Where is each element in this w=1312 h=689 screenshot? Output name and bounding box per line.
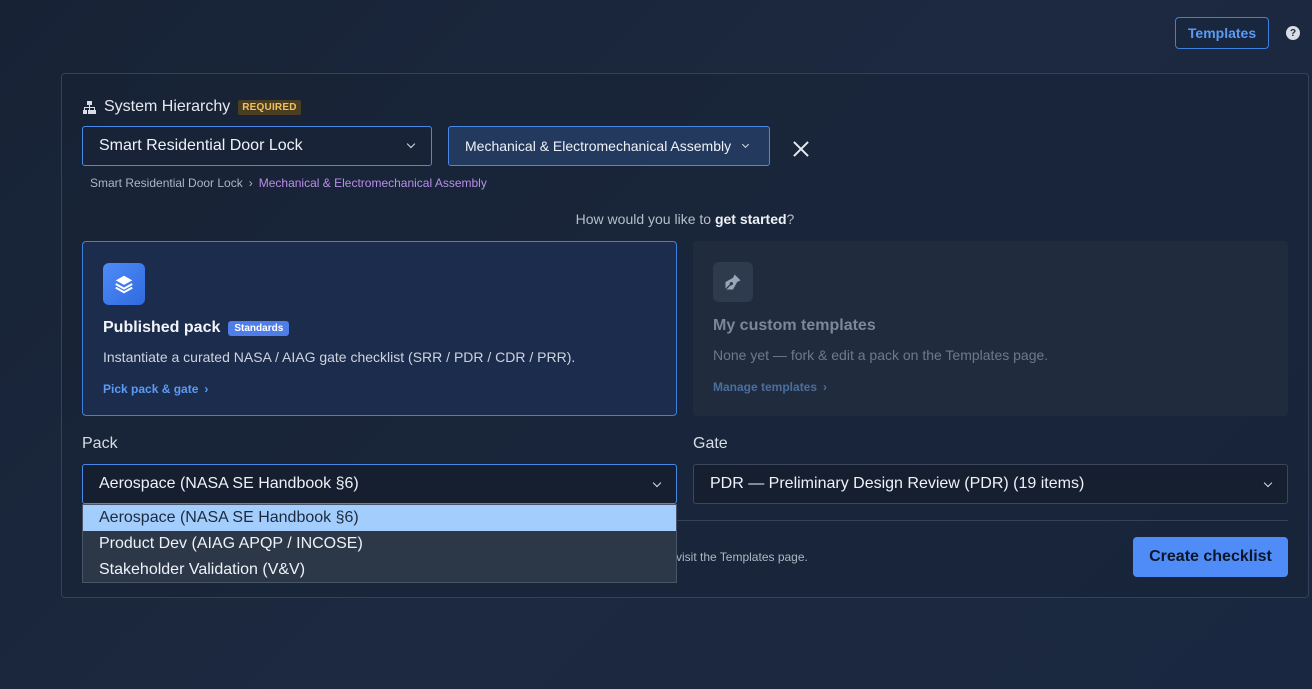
chevron-down-icon: [406, 139, 416, 149]
help-icon[interactable]: ?: [1286, 26, 1300, 40]
pen-icon: [713, 262, 753, 302]
pack-dropdown-menu: Aerospace (NASA SE Handbook §6) Product …: [82, 504, 677, 583]
prompt-bold: get started: [714, 211, 787, 227]
gate-select-value: PDR — Preliminary Design Review (PDR) (1…: [710, 475, 1085, 492]
breadcrumb: Smart Residential Door Lock › Mechanical…: [90, 176, 487, 190]
pack-option[interactable]: Stakeholder Validation (V&V): [83, 557, 676, 583]
product-select[interactable]: Smart Residential Door Lock: [82, 126, 432, 166]
pack-card-title-text: Published pack: [103, 319, 221, 336]
custom-templates-card: My custom templates None yet — fork & ed…: [693, 241, 1288, 416]
prompt-prefix: How would you like to: [575, 211, 715, 227]
chevron-down-icon: [1263, 478, 1273, 488]
chevron-right-icon: ›: [823, 380, 828, 394]
chevron-down-icon: [741, 140, 750, 149]
pack-select-value: Aerospace (NASA SE Handbook §6): [99, 475, 359, 492]
assembly-select-value: Mechanical & Electromechanical Assembly: [465, 138, 732, 154]
prompt-suffix: ?: [786, 211, 795, 227]
chevron-down-icon: [652, 478, 662, 488]
gate-label: Gate: [693, 435, 728, 452]
gate-select[interactable]: PDR — Preliminary Design Review (PDR) (1…: [693, 464, 1288, 504]
required-badge: REQUIRED: [238, 99, 301, 115]
breadcrumb-item[interactable]: Smart Residential Door Lock: [90, 176, 243, 190]
chevron-right-icon: ›: [248, 176, 253, 190]
close-icon[interactable]: [792, 140, 810, 158]
pack-select[interactable]: Aerospace (NASA SE Handbook §6): [82, 464, 677, 504]
custom-card-title: My custom templates: [713, 317, 876, 334]
layers-icon: [103, 263, 145, 305]
hierarchy-title: System Hierarchy: [104, 98, 231, 115]
top-bar: Templates ?: [0, 17, 1312, 49]
manage-templates-link-text: Manage templates: [713, 380, 818, 394]
standards-badge: Standards: [228, 320, 290, 336]
pack-card-description: Instantiate a curated NASA / AIAG gate c…: [103, 349, 576, 365]
sitemap-icon: [83, 100, 96, 114]
pack-label: Pack: [82, 435, 118, 452]
pack-option[interactable]: Aerospace (NASA SE Handbook §6): [83, 505, 676, 531]
published-pack-card[interactable]: Published pack Standards Instantiate a c…: [82, 241, 677, 416]
manage-templates-link[interactable]: Manage templates ›: [713, 380, 1268, 394]
create-checklist-button[interactable]: Create checklist: [1133, 537, 1288, 577]
pack-option[interactable]: Product Dev (AIAG APQP / INCOSE): [83, 531, 676, 557]
pick-pack-link-text: Pick pack & gate: [103, 382, 199, 396]
breadcrumb-item-active: Mechanical & Electromechanical Assembly: [258, 176, 487, 190]
product-select-value: Smart Residential Door Lock: [99, 137, 303, 154]
pack-card-title: Published pack Standards: [103, 319, 656, 337]
templates-button[interactable]: Templates: [1175, 17, 1269, 49]
get-started-prompt: How would you like to get started?: [62, 211, 1308, 227]
assembly-select[interactable]: Mechanical & Electromechanical Assembly: [448, 126, 770, 166]
pick-pack-link[interactable]: Pick pack & gate ›: [103, 382, 656, 396]
custom-card-description: None yet — fork & edit a pack on the Tem…: [713, 347, 1049, 363]
hierarchy-header: System Hierarchy REQUIRED: [83, 98, 301, 116]
footer-note: visit the Templates page.: [676, 550, 808, 564]
chevron-right-icon: ›: [204, 382, 209, 396]
